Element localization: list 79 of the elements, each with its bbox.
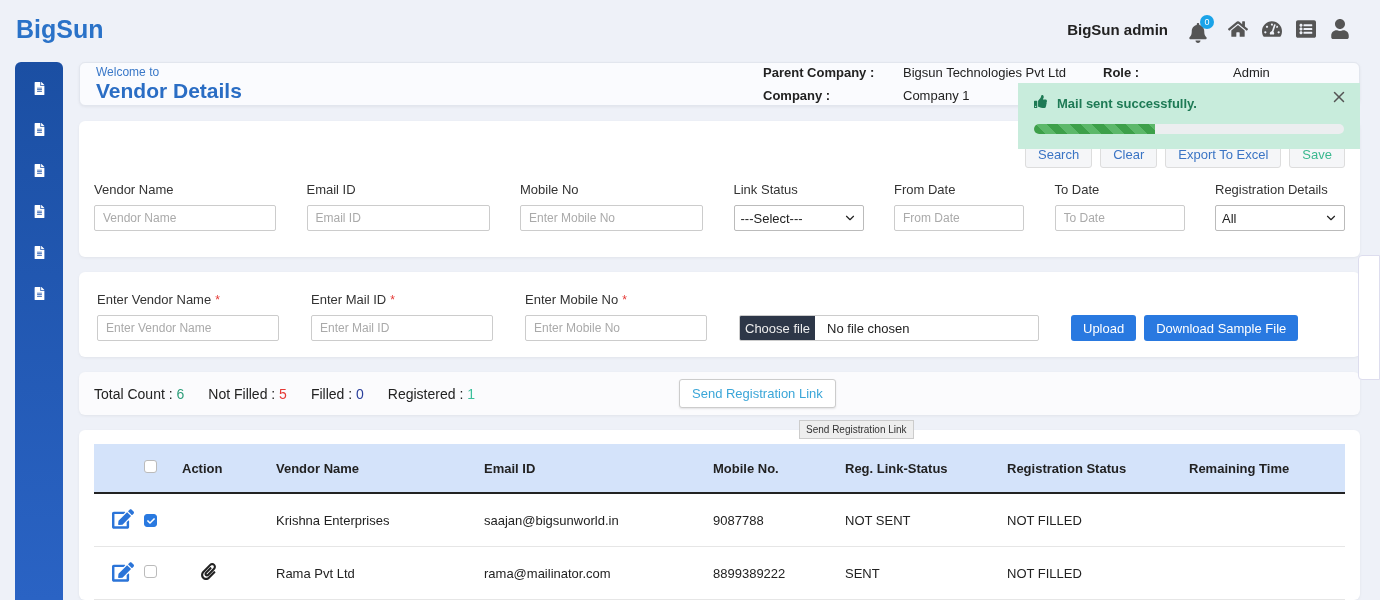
info-value: Admin bbox=[1233, 66, 1270, 80]
column-header: Mobile No. bbox=[713, 460, 780, 476]
column-header: Registration Status bbox=[1007, 460, 1128, 476]
file-status: No file chosen bbox=[826, 320, 911, 339]
user-icon[interactable] bbox=[1330, 19, 1350, 39]
field-label: Link Status bbox=[733, 182, 799, 198]
document-icon[interactable] bbox=[32, 205, 46, 218]
input-field[interactable]: Enter Mail ID bbox=[311, 315, 493, 342]
table-cell-text: saajan@bigsunworld.in bbox=[484, 512, 620, 528]
notification-badge: 0 bbox=[1200, 15, 1214, 29]
table-cell-text: rama@mailinator.com bbox=[484, 565, 612, 581]
input-field[interactable]: Vendor Name bbox=[94, 205, 276, 232]
info-label: Parent Company : bbox=[763, 66, 875, 80]
input-field[interactable]: Enter Mobile No bbox=[520, 205, 703, 232]
field-label: From Date bbox=[894, 182, 957, 198]
brand-logo: BigSun bbox=[16, 14, 104, 44]
table-cell-text: 9087788 bbox=[713, 512, 765, 528]
checkbox[interactable] bbox=[144, 565, 157, 578]
edit-icon[interactable] bbox=[112, 560, 134, 583]
column-header: Email ID bbox=[484, 460, 537, 476]
table-cell-text: Rama Pvt Ltd bbox=[276, 565, 356, 581]
table-cell-text: Krishna Enterprises bbox=[276, 512, 391, 528]
table-cell-text: NOT FILLED bbox=[1007, 512, 1083, 528]
column-header: Vendor Name bbox=[276, 460, 361, 476]
choose-file-button[interactable]: Choose file bbox=[740, 316, 816, 341]
field-label: Enter Mail ID * bbox=[311, 292, 396, 308]
column-header: Reg. Link-Status bbox=[845, 460, 949, 476]
page-title: Vendor Details bbox=[96, 79, 242, 104]
list-icon[interactable] bbox=[1296, 19, 1316, 39]
tooltip: Send Registration Link bbox=[799, 420, 914, 440]
column-header: Action bbox=[182, 460, 224, 476]
column-header: Remaining Time bbox=[1189, 460, 1291, 476]
stat-text: Not Filled : 5 bbox=[208, 385, 287, 402]
info-value: Bigsun Technologies Pvt Ltd bbox=[903, 66, 1067, 80]
document-icon[interactable] bbox=[32, 287, 46, 300]
check-icon bbox=[146, 516, 155, 525]
document-icon[interactable] bbox=[32, 123, 46, 136]
field-label: Registration Details bbox=[1215, 182, 1329, 198]
input-field[interactable]: From Date bbox=[894, 205, 1024, 232]
home-icon[interactable] bbox=[1228, 19, 1248, 39]
table-cell-text: NOT SENT bbox=[845, 512, 912, 528]
checkbox[interactable] bbox=[144, 460, 157, 473]
field-label: To Date bbox=[1054, 182, 1101, 198]
stat-text: Total Count : 6 bbox=[94, 385, 185, 402]
input-field[interactable]: Email ID bbox=[306, 205, 490, 232]
document-icon[interactable] bbox=[32, 82, 46, 95]
field-label: Vendor Name bbox=[94, 182, 175, 198]
table-cell-text: 8899389222 bbox=[713, 565, 787, 581]
table-cell-text: NOT FILLED bbox=[1007, 565, 1083, 581]
input-field[interactable]: Enter Mobile No bbox=[525, 315, 707, 342]
edit-icon[interactable] bbox=[112, 507, 134, 530]
send-link-button[interactable]: Send Registration Link bbox=[679, 379, 836, 409]
input-field[interactable]: Enter Vendor Name bbox=[97, 315, 279, 342]
select-field[interactable]: ---Select--- bbox=[733, 205, 864, 232]
info-label: Company : bbox=[763, 89, 831, 103]
welcome-text: Welcome to bbox=[96, 65, 161, 80]
table-cell-text: SENT bbox=[845, 565, 881, 581]
side-handle[interactable] bbox=[1358, 255, 1380, 380]
info-label: Role : bbox=[1103, 66, 1140, 80]
field-label: Email ID bbox=[306, 182, 357, 198]
dashboard-icon[interactable] bbox=[1262, 19, 1282, 39]
upload-button[interactable]: Upload bbox=[1071, 315, 1137, 342]
user-name: BigSun admin bbox=[1067, 20, 1168, 38]
file-input[interactable]: Choose file No file chosen bbox=[739, 315, 1039, 342]
checkbox[interactable] bbox=[144, 514, 157, 527]
paperclip-icon[interactable] bbox=[200, 563, 217, 580]
select-field[interactable]: All bbox=[1215, 205, 1345, 232]
input-field[interactable]: To Date bbox=[1054, 205, 1185, 232]
document-icon[interactable] bbox=[32, 246, 46, 259]
stat-text: Filled : 0 bbox=[310, 385, 364, 402]
field-label: Enter Mobile No * bbox=[525, 292, 628, 308]
thumbs-up-icon bbox=[1034, 95, 1047, 108]
field-label: Mobile No bbox=[520, 182, 580, 198]
info-value: Company 1 bbox=[903, 89, 970, 103]
stat-text: Registered : 1 bbox=[387, 385, 475, 402]
download-button[interactable]: Download Sample File bbox=[1144, 315, 1299, 342]
document-icon[interactable] bbox=[32, 164, 46, 177]
field-label: Enter Vendor Name * bbox=[97, 292, 221, 308]
toast-message: Mail sent successfully. bbox=[1057, 96, 1197, 111]
